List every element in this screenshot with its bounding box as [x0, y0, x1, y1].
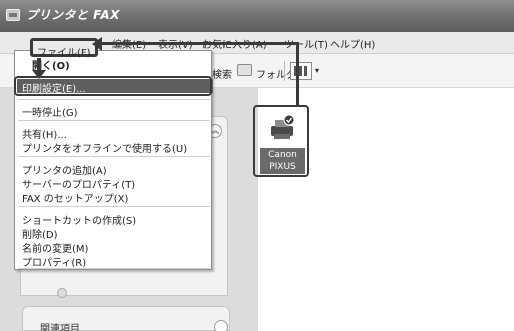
toolbar-separator — [284, 61, 285, 81]
printer-highlight-box — [253, 105, 309, 177]
folder-icon[interactable] — [237, 64, 252, 76]
chevron-down-icon[interactable]: ▾ — [315, 66, 319, 75]
menu-separator — [18, 120, 210, 121]
menu-item-create-shortcut[interactable]: ショートカットの作成(S) — [22, 212, 136, 227]
arrow-head-left-icon — [92, 37, 102, 51]
app-icon — [6, 9, 20, 21]
annotation-arrow-left — [100, 42, 298, 45]
menu-item-delete[interactable]: 削除(D) — [22, 226, 58, 241]
menu-file[interactable]: ファイル(F) — [30, 38, 98, 59]
menu-item-add-printer[interactable]: プリンタの追加(A) — [22, 162, 107, 177]
menu-separator — [18, 268, 210, 269]
bullet-icon — [57, 288, 67, 298]
title-bar: プリンタと FAX — [0, 0, 514, 32]
window-title: プリンタと FAX — [26, 8, 120, 22]
menu-item-fax-setup[interactable]: FAX のセットアップ(X) — [22, 190, 128, 205]
menu-item-rename[interactable]: 名前の変更(M) — [22, 240, 88, 255]
annotation-arrow-connector — [296, 42, 299, 106]
arrow-head-down-icon — [32, 70, 46, 79]
menu-separator — [18, 156, 210, 157]
menu-separator — [18, 206, 210, 207]
search-button[interactable]: 検索 — [212, 66, 232, 81]
views-icon[interactable] — [290, 62, 312, 80]
menu-item-share[interactable]: 共有(H)... — [22, 126, 67, 141]
menu-separator — [18, 99, 210, 100]
menu-help[interactable]: ヘルプ(H) — [330, 36, 375, 51]
menu-item-pause[interactable]: 一時停止(G) — [22, 104, 78, 119]
menu-item-properties[interactable]: プロパティ(R) — [22, 254, 86, 269]
menu-item-use-offline[interactable]: プリンタをオフラインで使用する(U) — [22, 140, 187, 155]
menu-item-server-properties[interactable]: サーバーのプロパティ(T) — [22, 176, 135, 191]
print-settings-highlight-box — [14, 76, 212, 96]
see-also-title: 関連項目 — [40, 324, 80, 331]
collapse-icon[interactable] — [214, 320, 228, 331]
